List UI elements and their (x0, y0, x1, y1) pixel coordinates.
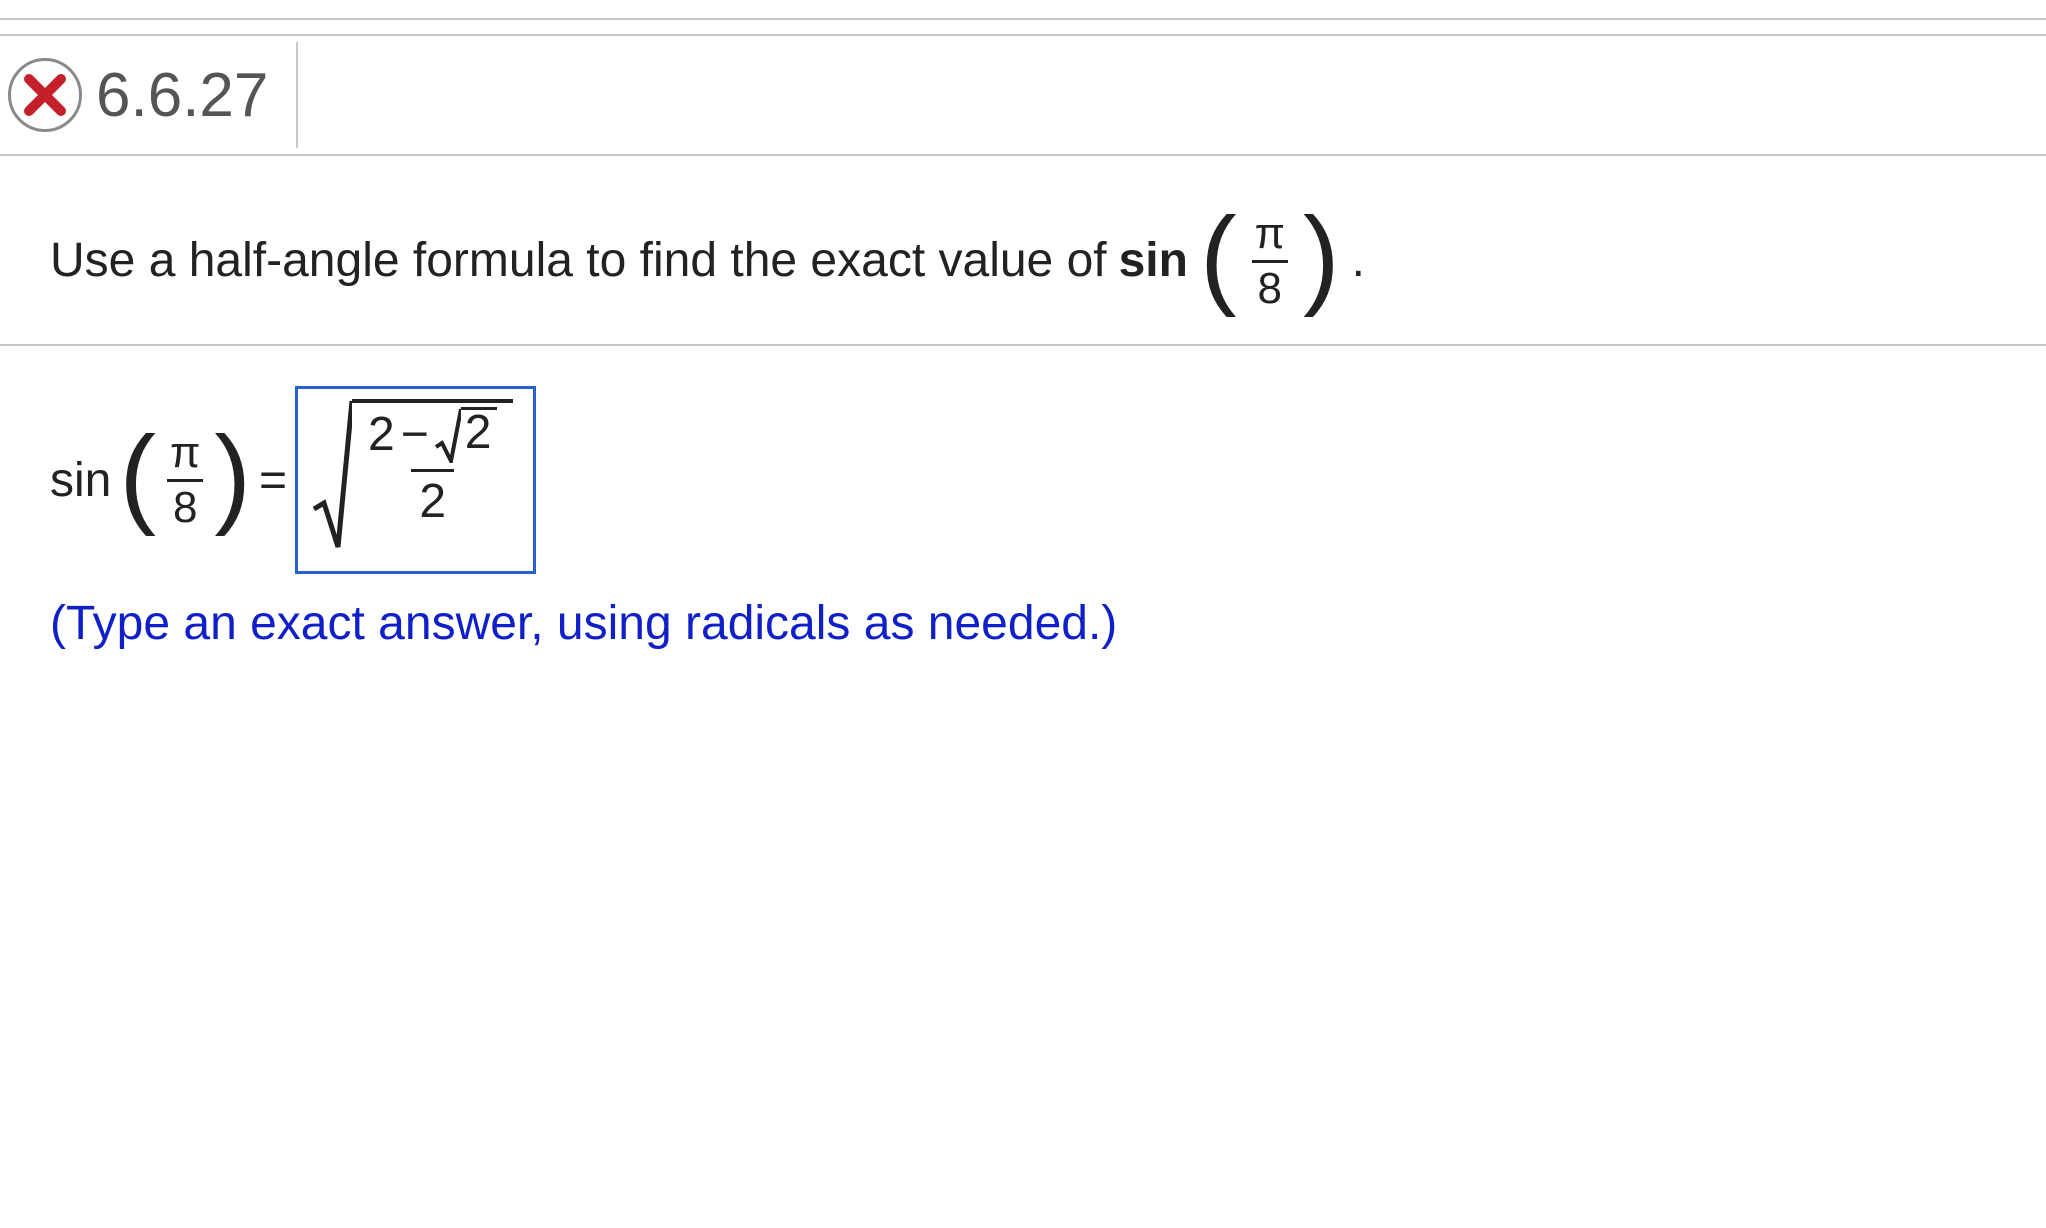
answer-arg-fraction: π 8 (164, 431, 206, 530)
inner-denominator: 2 (411, 469, 454, 528)
answer-arg-num: π (164, 431, 206, 479)
inner-sqrt-val: 2 (465, 406, 492, 459)
inner-fraction: 2 − 2 (360, 405, 505, 528)
inner-minus: − (401, 411, 429, 459)
answer-input[interactable]: 2 − 2 (295, 386, 536, 574)
answer-area: sin ( π 8 ) = 2 (0, 346, 2046, 651)
radical-icon (312, 399, 352, 561)
question-arg-num: π (1249, 212, 1291, 260)
answer-instruction: (Type an exact answer, using radicals as… (50, 596, 1996, 651)
answer-fn: sin (50, 453, 111, 508)
equals-sign: = (259, 453, 287, 508)
inner-numerator: 2 − 2 (360, 405, 505, 469)
question-number: 6.6.27 (96, 60, 268, 131)
question-fn: sin (1119, 227, 1188, 294)
answer-arg-den: 8 (167, 479, 203, 530)
paren-close-icon: ) (214, 421, 251, 531)
question-arg-fraction: π 8 (1249, 212, 1291, 311)
question-arg-den: 8 (1252, 260, 1288, 311)
inner-num-left: 2 (368, 411, 395, 459)
paren-open-icon: ( (1200, 202, 1237, 312)
page-root: 6.6.27 Use a half-angle formula to find … (0, 0, 2046, 1228)
question-header: 6.6.27 (0, 34, 2046, 156)
paren-close-icon: ) (1303, 202, 1340, 312)
incorrect-icon (8, 58, 82, 132)
header-title-wrap: 6.6.27 (8, 42, 298, 148)
radical-icon (435, 407, 461, 463)
inner-radicand: 2 (461, 407, 498, 463)
question-text: Use a half-angle formula to find the exa… (0, 156, 2046, 346)
inner-radical: 2 (435, 407, 498, 463)
outer-radicand: 2 − 2 (352, 399, 513, 561)
paren-open-icon: ( (119, 421, 156, 531)
question-prefix: Use a half-angle formula to find the exa… (50, 227, 1107, 294)
outer-radical: 2 − 2 (312, 399, 513, 561)
equation-row: sin ( π 8 ) = 2 (50, 386, 1996, 574)
question-suffix: . (1352, 227, 1365, 294)
